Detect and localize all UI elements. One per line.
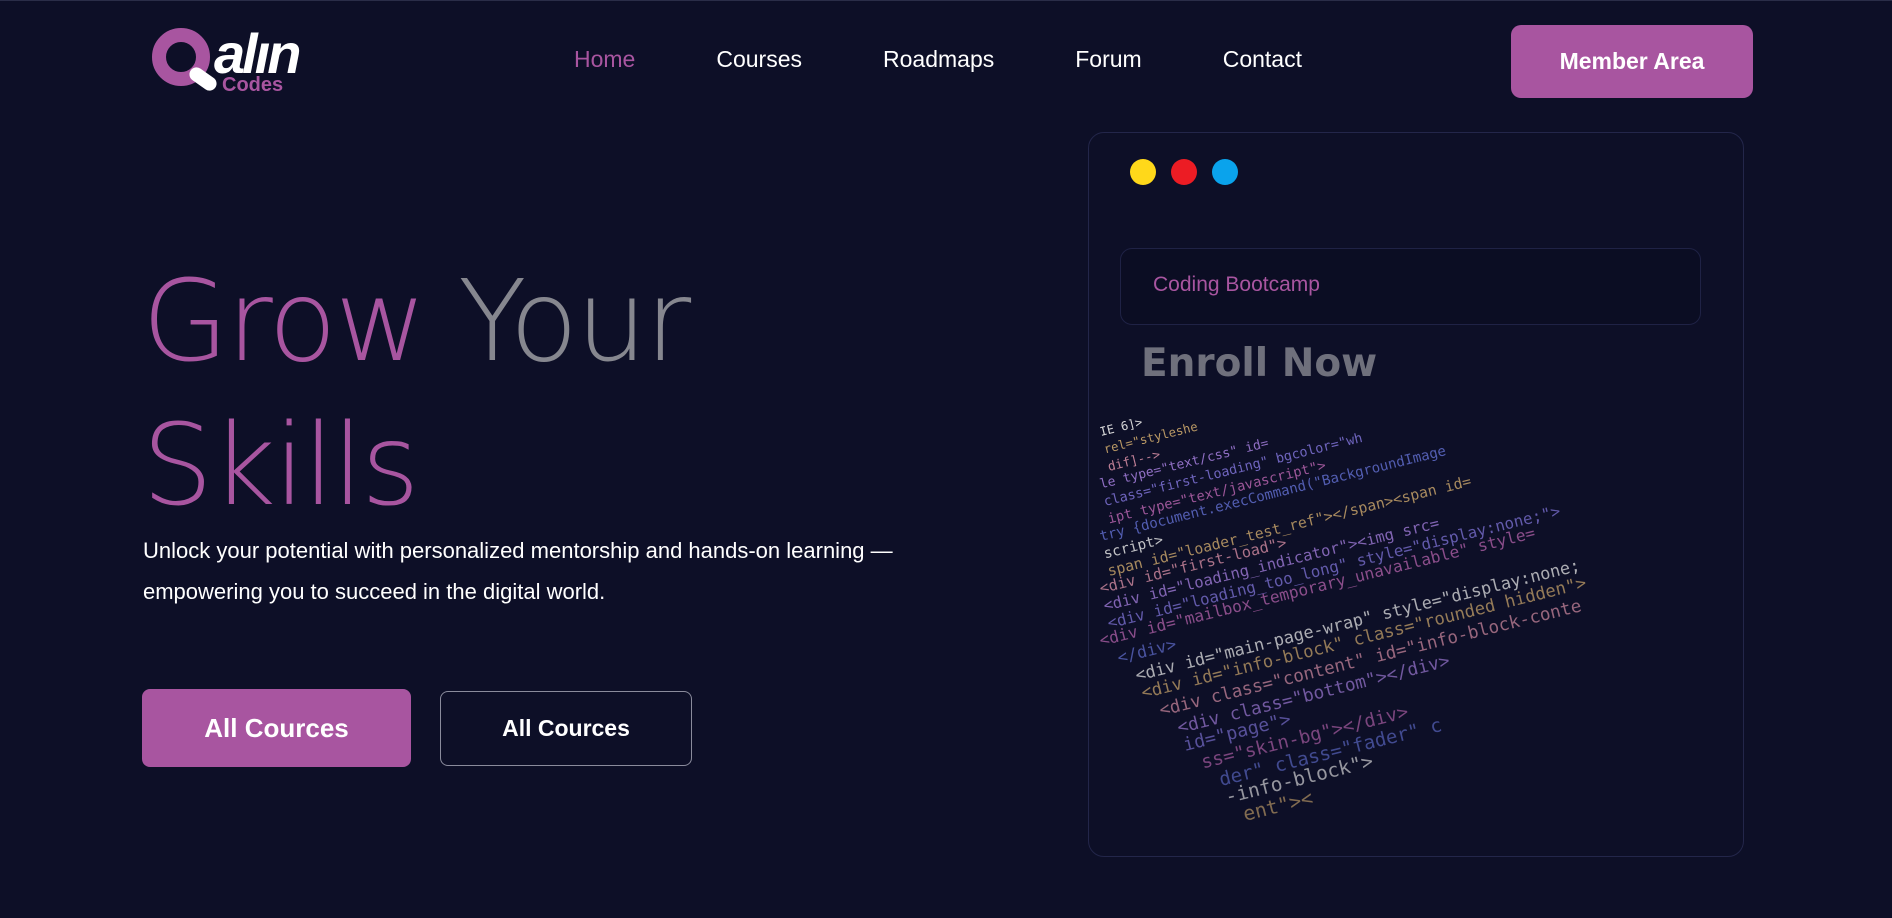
code-snippet-image: IE 6]>rel="styleshedif]-->le type="text/… (1099, 418, 1735, 838)
all-courses-outline-button[interactable]: All Cources (440, 691, 692, 766)
hero-title-word-skills: Skills (142, 401, 420, 531)
coding-bootcamp-tag: Coding Bootcamp (1120, 248, 1701, 325)
hero-title: Grow Your Skills (142, 250, 691, 538)
bootcamp-card: Coding Bootcamp Enroll Now IE 6]>rel="st… (1088, 132, 1744, 857)
nav-item-contact[interactable]: Contact (1223, 44, 1302, 74)
nav-item-roadmaps[interactable]: Roadmaps (883, 44, 994, 74)
member-area-button[interactable]: Member Area (1511, 25, 1753, 98)
brand-logo[interactable]: alın Codes (146, 20, 326, 102)
coding-bootcamp-label: Coding Bootcamp (1153, 273, 1320, 296)
hero-subtitle-line-2: empowering you to succeed in the digital… (143, 579, 606, 604)
window-dot-yellow (1130, 159, 1156, 185)
logo-subtitle: Codes (222, 74, 284, 96)
main-nav: Home Courses Roadmaps Forum Contact (574, 44, 1383, 74)
nav-item-forum[interactable]: Forum (1075, 44, 1141, 74)
nav-item-home[interactable]: Home (574, 44, 635, 74)
hero-subtitle: Unlock your potential with personalized … (143, 530, 983, 612)
hero-title-word-grow: Grow (142, 257, 426, 387)
top-border-line (0, 0, 1892, 1)
nav-item-courses[interactable]: Courses (716, 44, 802, 74)
window-dot-red (1171, 159, 1197, 185)
enroll-now-heading[interactable]: Enroll Now (1141, 341, 1377, 386)
hero-title-word-your: Your (458, 257, 691, 387)
window-dot-blue (1212, 159, 1238, 185)
all-courses-primary-button[interactable]: All Cources (142, 689, 411, 767)
hero-subtitle-line-1: Unlock your potential with personalized … (143, 538, 893, 563)
